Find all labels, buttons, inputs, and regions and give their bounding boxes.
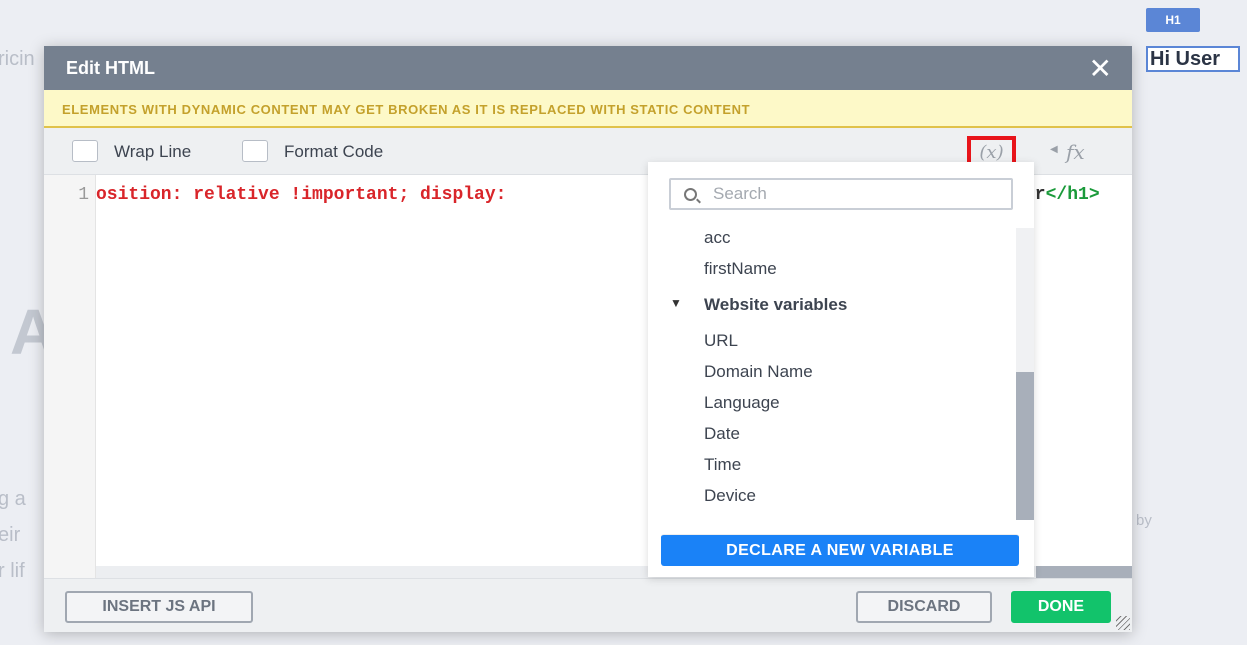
bg-text: eir [0, 524, 21, 546]
scrollbar-thumb[interactable] [1016, 372, 1034, 520]
insert-js-api-button[interactable]: INSERT JS API [65, 591, 253, 623]
line-number: 1 [78, 185, 89, 205]
variables-dropdown: acc firstName ▼ Website variables URL Do… [648, 162, 1034, 577]
variable-item[interactable]: Device [704, 486, 756, 506]
wrap-line-label[interactable]: Wrap Line [114, 142, 191, 162]
wrap-line-checkbox[interactable] [72, 140, 98, 162]
variable-list: acc firstName ▼ Website variables URL Do… [648, 224, 1016, 520]
bg-text: ricin [0, 48, 35, 70]
variable-item[interactable]: acc [704, 228, 730, 248]
variable-item[interactable]: URL [704, 331, 738, 351]
bg-text: r lif [0, 560, 25, 582]
format-code-checkbox[interactable] [242, 140, 268, 162]
modal-header: Edit HTML ✕ [44, 46, 1132, 90]
modal-footer: INSERT JS API DISCARD DONE [44, 578, 1132, 632]
search-icon [684, 188, 697, 201]
variable-item[interactable]: firstName [704, 259, 777, 279]
code-tag: </h1> [1045, 185, 1100, 205]
code-line-tail[interactable]: er</h1> [1024, 185, 1100, 205]
line-gutter: 1 [44, 175, 96, 578]
variable-item[interactable]: Time [704, 455, 741, 475]
done-button[interactable]: DONE [1011, 591, 1111, 623]
warning-banner: ELEMENTS WITH DYNAMIC CONTENT MAY GET BR… [44, 90, 1132, 128]
code-line[interactable]: osition: relative !important; display: [96, 185, 506, 205]
scrollbar-thumb[interactable] [1036, 566, 1132, 578]
variable-search-input[interactable] [669, 178, 1013, 210]
modal-title: Edit HTML [66, 58, 155, 78]
bg-text: g a [0, 488, 26, 510]
h1-tag-badge: H1 [1146, 8, 1200, 32]
bg-text: by [1136, 512, 1152, 529]
resize-handle[interactable] [1116, 616, 1130, 630]
variable-item[interactable]: Domain Name [704, 362, 813, 382]
function-icon[interactable]: fx [1066, 140, 1085, 164]
format-code-label[interactable]: Format Code [284, 142, 383, 162]
selected-heading-element[interactable]: Hi User [1146, 46, 1240, 72]
variable-icon: (x) [979, 142, 1004, 163]
vertical-scrollbar[interactable] [1016, 228, 1034, 520]
discard-button[interactable]: DISCARD [856, 591, 992, 623]
group-website-variables[interactable]: Website variables [704, 295, 847, 315]
close-icon[interactable]: ✕ [1089, 52, 1112, 85]
declare-new-variable-button[interactable]: DECLARE A NEW VARIABLE [661, 534, 1019, 566]
caret-down-icon[interactable]: ▼ [670, 296, 682, 310]
variable-item[interactable]: Date [704, 424, 740, 444]
caret-left-icon: ◀ [1050, 144, 1058, 155]
variable-item[interactable]: Language [704, 393, 780, 413]
